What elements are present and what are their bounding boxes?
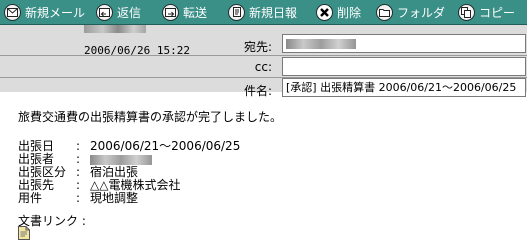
new-daily-report-button[interactable]: 新規日報 [228,0,297,24]
delete-label: 削除 [337,5,362,20]
to-field[interactable] [282,34,526,53]
forward-icon [162,3,179,21]
folder-icon [376,3,393,21]
new-mail-label: 新規メール [25,5,86,20]
info-value: 現地調整 [90,191,139,205]
mail-icon [4,3,21,21]
to-label: 宛先: [243,40,272,54]
info-row-purpose: 用件: 現地調整 [18,189,138,206]
delete-icon [316,3,333,21]
header-divider [0,55,527,56]
new-mail-button[interactable]: 新規メール [4,0,85,24]
report-icon [228,3,245,21]
toolbar: 新規メール 返信 転送 新規日報 削除 フォルダ コピー [0,0,527,25]
forward-button[interactable]: 転送 [162,0,207,24]
reply-label: 返信 [117,5,142,20]
info-label: 用件 [18,191,43,205]
cc-label: cc: [254,60,272,74]
to-recipient-redacted [286,39,356,49]
forward-label: 転送 [183,5,208,20]
message-header: 2006/06/26 15:22 宛先: cc: 件名: [承認] 出張精算書 … [0,25,527,98]
subject-field[interactable]: [承認] 出張精算書 2006/06/21～2006/06/25 [282,78,526,97]
info-separator: : [76,191,81,205]
copy-icon [458,3,475,21]
copy-label: コピー [479,5,516,20]
message-text: 旅費交通費の出張精算書の承認が完了しました。 [18,110,283,124]
delete-button[interactable]: 削除 [316,0,361,24]
reply-button[interactable]: 返信 [96,0,141,24]
cc-field[interactable] [282,57,526,76]
folder-button[interactable]: フォルダ [376,0,445,24]
folder-label: フォルダ [397,5,446,20]
sender-name-redacted [84,25,146,33]
document-link-icon[interactable] [18,226,30,240]
reply-icon [96,3,113,21]
subject-label: 件名: [243,84,272,98]
copy-button[interactable]: コピー [458,0,515,24]
new-daily-report-label: 新規日報 [249,5,298,20]
